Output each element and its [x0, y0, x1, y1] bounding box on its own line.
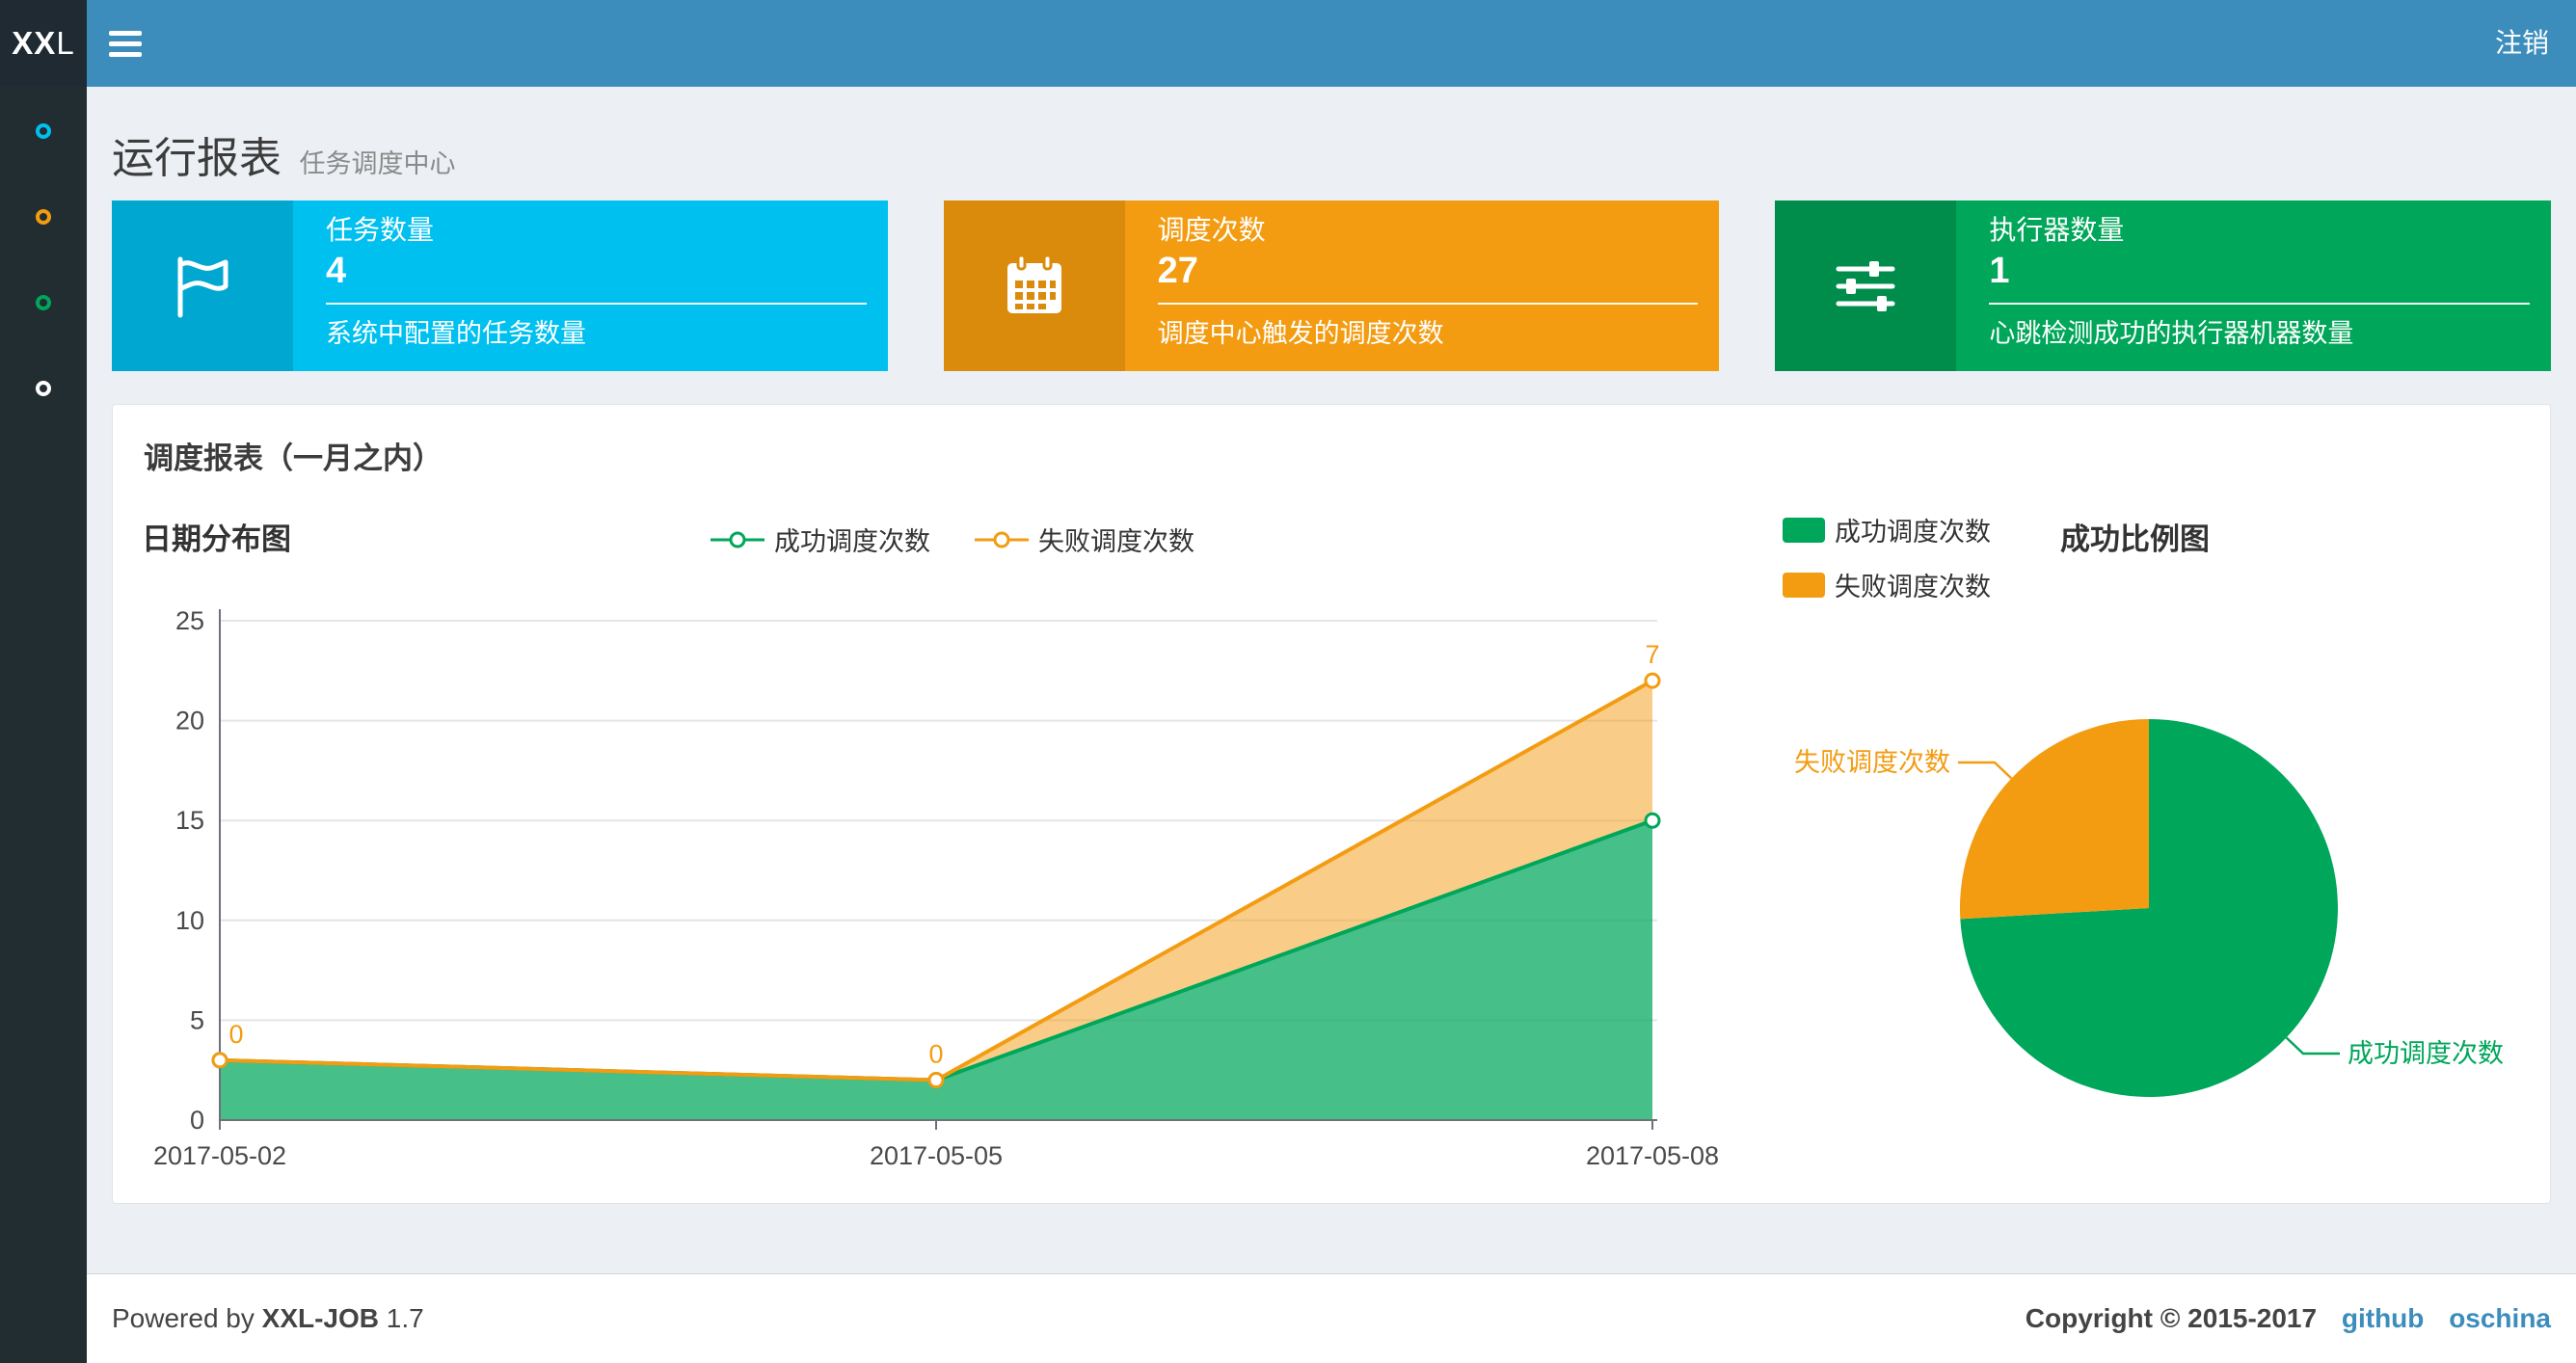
swatch-icon	[1783, 517, 1825, 543]
hamburger-icon	[109, 30, 142, 36]
x-axis-tick-label: 2017-05-08	[1586, 1141, 1719, 1170]
y-axis-tick-label: 0	[190, 1106, 204, 1135]
app-logo-text-light: L	[56, 25, 75, 61]
product-version: 1.7	[386, 1303, 424, 1333]
legend-label: 成功调度次数	[774, 527, 930, 556]
sidebar-toggle-button[interactable]	[87, 0, 164, 87]
y-axis-tick-label: 10	[175, 906, 204, 935]
page-subtitle: 任务调度中心	[299, 149, 456, 178]
executor-count-tile: 执行器数量 1 心跳检测成功的执行器机器数量	[1775, 200, 2552, 371]
summary-tiles: 任务数量 4 系统中配置的任务数量 调度次数 27 调度中心触发的调度次数 执行…	[112, 200, 2552, 371]
date-distribution-chart: 05101520252017-05-0202017-05-0502017-05-…	[153, 606, 1719, 1170]
x-axis-tick-label: 2017-05-02	[153, 1141, 286, 1170]
copyright-text: Copyright © 2015-2017	[2025, 1303, 2318, 1333]
y-axis-tick-label: 20	[175, 707, 204, 735]
fail-point-label: 7	[1645, 640, 1659, 669]
y-axis-tick-label: 15	[175, 806, 204, 835]
sidebar-item-3[interactable]	[0, 259, 87, 345]
y-axis-tick-label: 5	[190, 1005, 204, 1034]
tile-value: 27	[1157, 251, 1198, 291]
app-logo-text-bold: XX	[12, 25, 57, 61]
tile-divider	[1989, 303, 2531, 305]
tile-description: 系统中配置的任务数量	[326, 319, 586, 348]
success-point-marker	[1644, 812, 1661, 829]
pie-slice	[1959, 719, 2149, 920]
sidebar-item-1[interactable]	[0, 88, 87, 174]
fail-point-marker	[1644, 672, 1661, 689]
legend-label: 失败调度次数	[1038, 527, 1194, 556]
tile-label: 执行器数量	[1989, 215, 2125, 245]
tile-value: 1	[1989, 251, 2010, 291]
tile-description: 心跳检测成功的执行器机器数量	[1989, 319, 2354, 348]
flag-icon	[112, 200, 293, 371]
y-axis-tick-label: 25	[175, 606, 204, 635]
logout-link[interactable]: 注销	[2468, 0, 2576, 87]
swatch-icon	[1783, 572, 1825, 598]
fail-point-label: 0	[228, 1020, 243, 1049]
tile-label: 任务数量	[326, 215, 435, 245]
circle-outline-icon	[36, 380, 51, 396]
pie-label-line	[2285, 1036, 2340, 1056]
line-marker-icon	[975, 531, 1029, 548]
calendar-icon	[943, 200, 1125, 371]
circle-outline-icon	[36, 122, 51, 139]
page-title: 运行报表	[112, 135, 282, 182]
line-chart-legend: 成功调度次数 失败调度次数	[711, 521, 1194, 558]
legend-item-fail[interactable]: 失败调度次数	[975, 521, 1194, 558]
app-logo[interactable]: XX L	[0, 0, 87, 87]
sidebar-item-4[interactable]	[0, 345, 87, 431]
legend-item-success[interactable]: 成功调度次数	[711, 521, 930, 558]
page-header: 运行报表 任务调度中心	[112, 123, 455, 185]
tile-description: 调度中心触发的调度次数	[1157, 319, 1444, 348]
oschina-link[interactable]: oschina	[2449, 1303, 2551, 1333]
schedule-report-panel: 调度报表（一月之内） 日期分布图 成功调度次数 失败调度次数 成功调度次数 失败…	[112, 404, 2551, 1204]
circle-outline-icon	[36, 208, 51, 225]
tile-label: 调度次数	[1157, 215, 1266, 245]
pie-chart-legend: 成功调度次数 失败调度次数	[1783, 511, 1991, 603]
fail-point-marker	[927, 1072, 945, 1089]
pie-slice-label: 失败调度次数	[1794, 748, 1950, 777]
success-ratio-pie-chart: 成功调度次数 失败调度次数	[1794, 719, 2504, 1097]
circle-outline-icon	[36, 294, 51, 310]
sidebar-item-2[interactable]	[0, 174, 87, 259]
legend-label: 成功调度次数	[1835, 518, 1991, 547]
product-name: XXL-JOB	[261, 1303, 380, 1333]
sliders-icon	[1775, 200, 1957, 371]
copyright-area: Copyright © 2015-2017 github oschina	[2026, 1303, 2551, 1334]
top-navbar: XX L 注销	[0, 0, 2576, 87]
x-axis-tick-label: 2017-05-05	[870, 1141, 1003, 1170]
legend-item-fail[interactable]: 失败调度次数	[1783, 566, 1991, 603]
fail-point-marker	[211, 1052, 228, 1069]
legend-item-success[interactable]: 成功调度次数	[1783, 511, 1991, 548]
collapsed-sidebar	[0, 87, 87, 1363]
tile-divider	[1157, 303, 1699, 305]
line-marker-icon	[711, 531, 765, 548]
tile-value: 4	[326, 251, 347, 291]
panel-title: 调度报表（一月之内）	[144, 441, 443, 475]
page-footer: Powered by XXL-JOB 1.7 Copyright © 2015-…	[87, 1273, 2576, 1363]
fail-point-label: 0	[928, 1040, 943, 1069]
pie-label-line	[1958, 761, 2013, 780]
pie-slice-label: 成功调度次数	[2348, 1039, 2504, 1068]
line-chart-title: 日期分布图	[142, 522, 291, 556]
tile-divider	[326, 303, 867, 305]
job-count-tile: 任务数量 4 系统中配置的任务数量	[112, 200, 888, 371]
trigger-count-tile: 调度次数 27 调度中心触发的调度次数	[943, 200, 1720, 371]
legend-label: 失败调度次数	[1835, 573, 1991, 601]
github-link[interactable]: github	[2342, 1303, 2425, 1333]
powered-by: Powered by XXL-JOB 1.7	[112, 1303, 424, 1333]
pie-chart-title: 成功比例图	[2060, 522, 2210, 556]
